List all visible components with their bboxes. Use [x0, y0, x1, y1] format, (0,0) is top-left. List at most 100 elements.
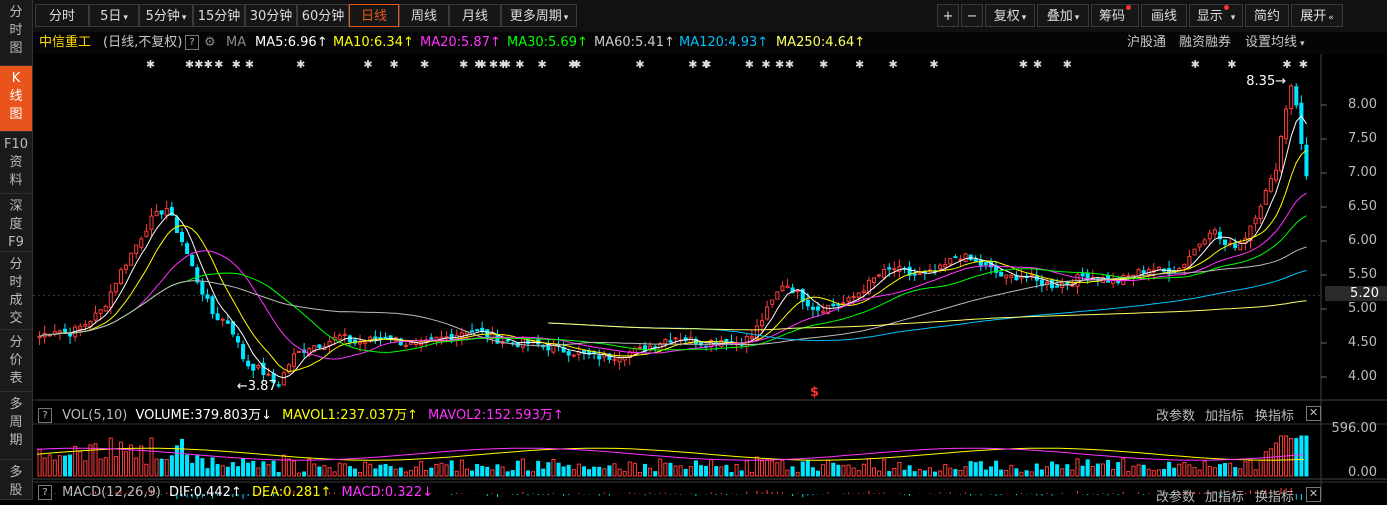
- toolbar-button-5[interactable]: 画线: [1141, 4, 1187, 27]
- sidebar-item-2[interactable]: F10 资料: [0, 132, 32, 194]
- period-button-1[interactable]: 5日 ▾: [89, 4, 139, 27]
- toolbar-button-8[interactable]: 展开 «: [1291, 4, 1343, 27]
- candle-body: [1253, 217, 1258, 225]
- ma30-line: [39, 215, 1307, 353]
- candle-body: [1004, 274, 1009, 279]
- sidebar-item-5[interactable]: 分价表: [0, 330, 32, 392]
- ma30-text: MA30:5.69: [507, 35, 577, 50]
- period-button-0[interactable]: 分时: [35, 4, 89, 27]
- sidebar-item-4[interactable]: 分时成交: [0, 252, 32, 330]
- period-button-5[interactable]: 60分钟: [297, 4, 349, 27]
- volume-bar: [760, 460, 765, 477]
- volume-bar: [831, 462, 836, 477]
- candle-body: [1289, 85, 1294, 110]
- vol-close-icon[interactable]: ✕: [1306, 406, 1321, 421]
- vol-add-indicator[interactable]: 加指标: [1205, 405, 1244, 424]
- period-button-6[interactable]: 日线: [349, 4, 399, 27]
- event-marker-icon: ✱: [489, 58, 498, 71]
- notification-dot: [1126, 5, 1131, 10]
- sidebar-item-1[interactable]: K线图: [0, 66, 32, 132]
- volume-bar: [1080, 465, 1085, 477]
- vol-help-icon[interactable]: ?: [38, 408, 52, 423]
- volume-bar: [1299, 435, 1304, 477]
- candle-body: [210, 296, 215, 315]
- event-marker-icon: ✱: [389, 58, 398, 71]
- candle-body: [159, 210, 164, 215]
- volume-bar: [576, 463, 581, 477]
- volume-bar: [688, 466, 693, 477]
- link-margin-trading[interactable]: 融资融券: [1179, 32, 1231, 54]
- macd-add-indicator[interactable]: 加指标: [1205, 486, 1244, 505]
- sidebar-item-3[interactable]: 深度 F9: [0, 194, 32, 252]
- sidebar-item-6[interactable]: 多周期: [0, 392, 32, 460]
- toolbar-button-6[interactable]: 显示 ▾: [1189, 4, 1243, 27]
- sidebar-item-7[interactable]: 多股: [0, 460, 32, 500]
- candle-body: [770, 299, 775, 305]
- vol-switch-indicator[interactable]: 换指标: [1255, 405, 1294, 424]
- volume-bar: [637, 471, 642, 477]
- period-button-7[interactable]: 周线: [399, 4, 449, 27]
- macd-dea-text: DEA:0.281: [251, 485, 321, 500]
- macd-switch-indicator[interactable]: 换指标: [1255, 486, 1294, 505]
- candle-body: [276, 384, 281, 387]
- volume-bar: [520, 458, 525, 477]
- event-marker-icon: ✱: [214, 58, 223, 71]
- volume-bar: [1243, 461, 1248, 477]
- period-button-4[interactable]: 30分钟: [245, 4, 297, 27]
- toolbar-button-7[interactable]: 简约: [1245, 4, 1289, 27]
- toolbar-button-4[interactable]: 筹码: [1091, 4, 1139, 27]
- candle-body: [1294, 86, 1299, 106]
- volume-bar: [358, 471, 363, 477]
- candle-body: [1202, 239, 1207, 245]
- candle-body: [78, 325, 83, 330]
- volume-bar: [322, 465, 327, 477]
- volume-bar: [1248, 460, 1253, 477]
- chart-area[interactable]: ✱ ✱✱ ✱✱ ✱✱ ✱ ✱ ✱✱ ✱✱ ✱ ✱✱ ✱✱ ✱✱✱✱ ✱✱ ✱ ✱ ✱✱ ✱✱ ✱ ✱ ✱✱ ✱✱✱ ✱ ✱✱…: [33, 54, 1387, 500]
- period-button-8[interactable]: 月线: [449, 4, 501, 27]
- candle-body: [1223, 239, 1228, 245]
- volume-bar: [373, 468, 378, 477]
- candle-body: [831, 303, 836, 307]
- link-hugutong[interactable]: 沪股通: [1127, 32, 1166, 54]
- gear-icon[interactable]: ⚙: [204, 32, 216, 54]
- candle-body: [566, 351, 571, 356]
- toolbar-button-2[interactable]: 复权 ▾: [985, 4, 1035, 27]
- volume-bar: [917, 468, 922, 477]
- volume-bar: [419, 461, 424, 477]
- volume-bar: [1141, 464, 1146, 477]
- candle-body: [358, 341, 363, 345]
- event-marker-icon: ✱: [194, 58, 203, 71]
- volume-bar: [1126, 471, 1131, 477]
- help-icon[interactable]: ?: [185, 32, 199, 54]
- ma5-line: [39, 115, 1307, 379]
- candle-body: [342, 333, 347, 336]
- vol-change-params[interactable]: 改参数: [1156, 405, 1195, 424]
- candle-body: [795, 290, 800, 293]
- ma5-value: MA5:6.96↑: [255, 32, 328, 54]
- volume-bar: [938, 470, 943, 477]
- toolbar-button-1[interactable]: −: [961, 4, 983, 27]
- event-marker-icon: ✱: [1282, 58, 1291, 71]
- toolbar-button-0[interactable]: +: [937, 4, 959, 27]
- macd-help-icon[interactable]: ?: [38, 485, 52, 500]
- ma60-value: MA60:5.41↑: [594, 32, 675, 54]
- candle-body: [149, 215, 154, 230]
- volume-bar: [1009, 464, 1014, 477]
- period-button-9[interactable]: 更多周期 ▾: [501, 4, 577, 27]
- sidebar-item-text: 深: [9, 199, 23, 214]
- link-ma-settings[interactable]: 设置均线 ▾: [1245, 32, 1305, 55]
- toolbar-button-3[interactable]: 叠加 ▾: [1037, 4, 1089, 27]
- volume-bar: [785, 469, 790, 477]
- candle-body: [1258, 205, 1263, 219]
- period-button-2[interactable]: 5分钟 ▾: [139, 4, 193, 27]
- sidebar-item-0[interactable]: 分时图: [0, 0, 32, 66]
- volume-bar: [42, 457, 47, 477]
- volume-bar: [988, 466, 994, 477]
- volume-bar: [642, 463, 648, 477]
- macd-change-params[interactable]: 改参数: [1156, 486, 1195, 505]
- period-button-3[interactable]: 15分钟: [193, 4, 245, 27]
- event-marker-icon: ✱: [537, 58, 546, 71]
- vol-mavol1-arrow: ↑: [406, 408, 418, 423]
- ma60-line: [39, 246, 1307, 347]
- volume-bar: [429, 467, 434, 477]
